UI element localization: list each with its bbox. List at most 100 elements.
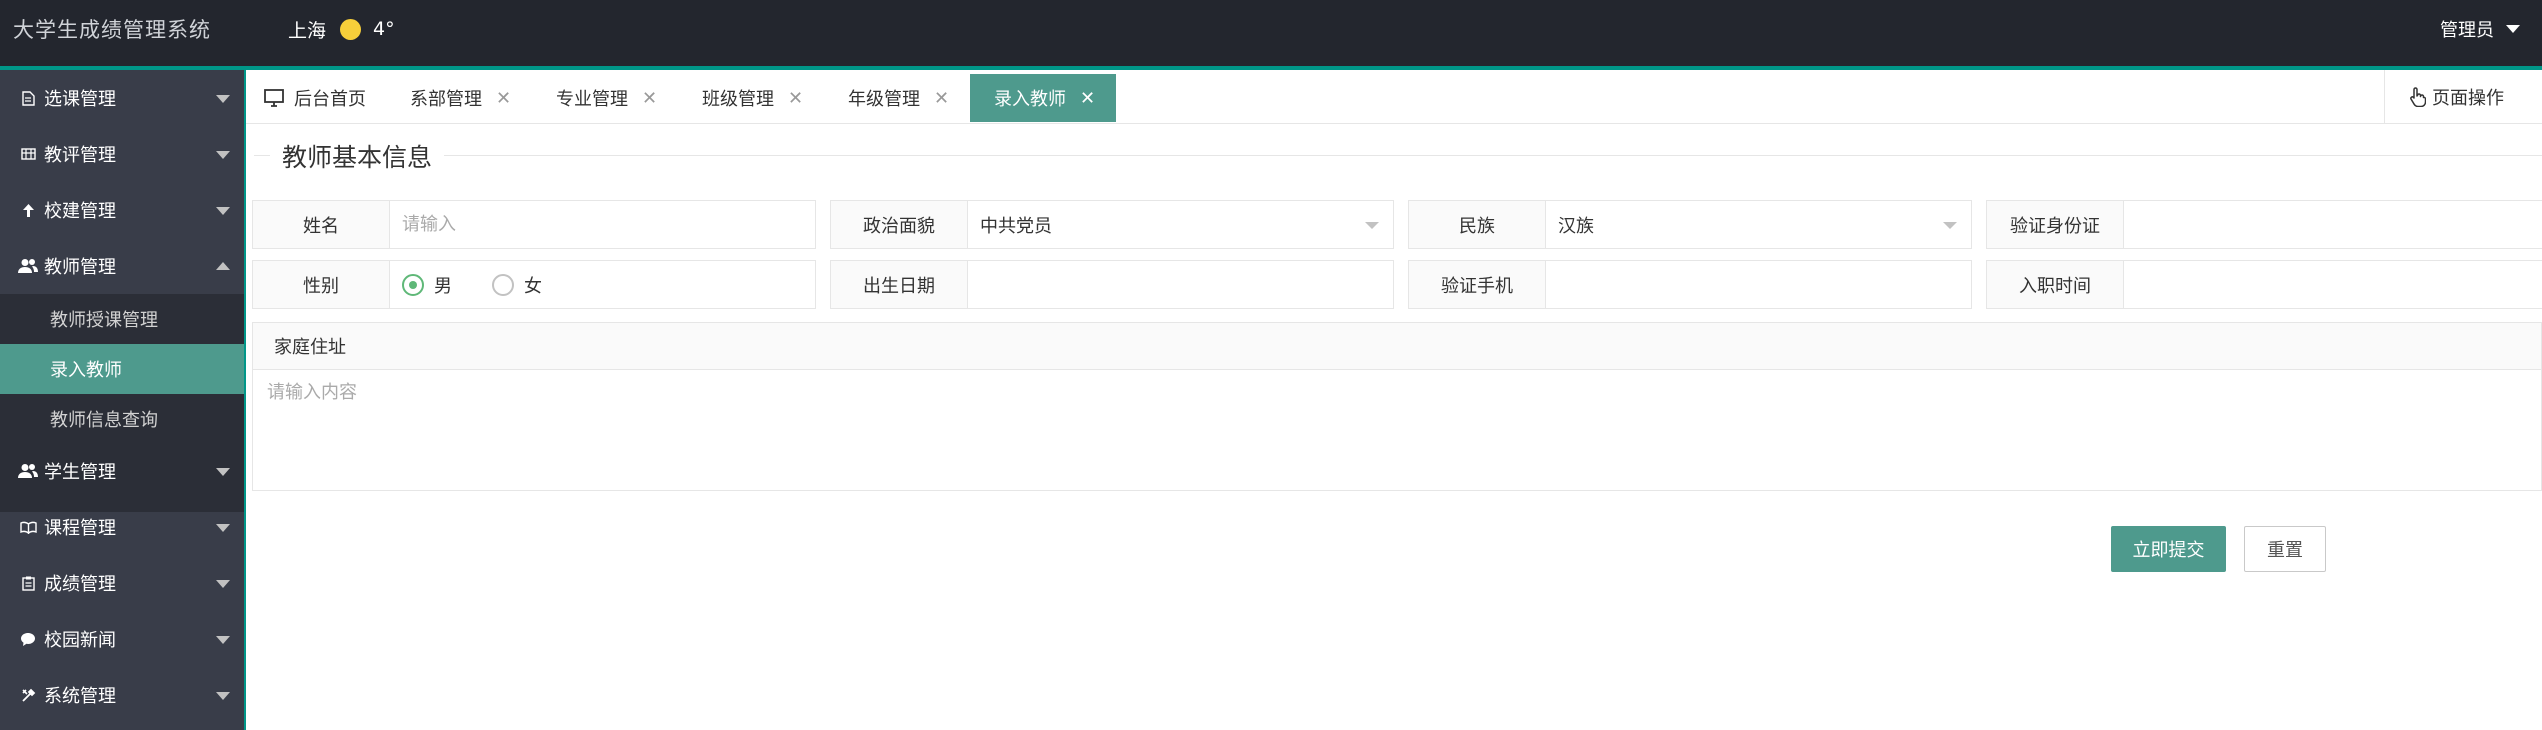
reset-button[interactable]: 重置 <box>2244 526 2326 572</box>
field-label: 政治面貌 <box>831 201 968 248</box>
app-title: 大学生成绩管理系统 <box>13 18 211 42</box>
field-label: 姓名 <box>253 201 390 248</box>
chevron-down-icon <box>2506 25 2520 33</box>
field-politics: 政治面貌 中共党员 <box>830 200 1394 249</box>
tab-label: 系部管理 <box>410 89 482 110</box>
chevron-down-icon <box>216 207 230 215</box>
gender-radio-male[interactable]: 男 <box>402 272 452 298</box>
sidebar-edge <box>244 70 246 730</box>
tab-label: 班级管理 <box>702 89 774 110</box>
submenu-item-teacher-query[interactable]: 教师信息查询 <box>0 394 244 444</box>
hand-pointer-icon <box>2409 87 2426 107</box>
sidebar-item-label: 学生管理 <box>44 462 116 483</box>
radio-checked-icon <box>402 273 424 296</box>
tab-major[interactable]: 专业管理 ✕ <box>556 74 676 122</box>
book-icon <box>18 517 38 537</box>
radio-label: 女 <box>524 275 542 297</box>
tab-label: 专业管理 <box>556 89 628 110</box>
sidebar-item-label: 课程管理 <box>44 518 116 539</box>
sun-icon <box>340 18 362 40</box>
sidebar-item-course-management[interactable]: 课程管理 <box>0 499 244 555</box>
field-label: 出生日期 <box>831 261 968 308</box>
tab-home[interactable]: 后台首页 <box>264 74 378 122</box>
sidebar-item-course-selection[interactable]: 选课管理 <box>0 70 244 126</box>
field-label: 性别 <box>253 261 390 308</box>
monitor-icon <box>264 89 284 107</box>
sidebar-item-campus-news[interactable]: 校园新闻 <box>0 611 244 667</box>
tab-class[interactable]: 班级管理 ✕ <box>702 74 822 122</box>
field-body <box>2124 201 2542 248</box>
gender-radio-female[interactable]: 女 <box>492 272 542 298</box>
tab-label: 录入教师 <box>994 89 1066 110</box>
sidebar-item-student-management[interactable]: 学生管理 <box>0 443 244 499</box>
tree-icon <box>18 200 38 220</box>
select-value: 汉族 <box>1558 215 1594 237</box>
birth-date-input[interactable] <box>980 274 1393 295</box>
field-ethnicity: 民族 汉族 <box>1408 200 1972 249</box>
select-value: 中共党员 <box>980 215 1052 237</box>
close-icon[interactable]: ✕ <box>496 88 511 109</box>
users-icon <box>18 256 38 276</box>
close-icon[interactable]: ✕ <box>788 88 803 109</box>
gender-radio-group: 男 女 <box>390 261 815 308</box>
chevron-down-icon <box>216 580 230 588</box>
field-label: 家庭住址 <box>253 323 2541 370</box>
sidebar-item-label: 教评管理 <box>44 145 116 166</box>
chat-icon <box>18 629 38 649</box>
tab-department[interactable]: 系部管理 ✕ <box>410 74 530 122</box>
user-menu[interactable]: 管理员 <box>2440 16 2520 42</box>
chevron-down-icon <box>216 636 230 644</box>
field-label: 验证身份证 <box>1987 201 2124 248</box>
sidebar-item-label: 选课管理 <box>44 89 116 110</box>
hire-date-input[interactable] <box>2136 274 2542 295</box>
chevron-down-icon <box>216 95 230 103</box>
sidebar-item-label: 校园新闻 <box>44 630 116 651</box>
close-icon[interactable]: ✕ <box>934 88 949 109</box>
chevron-up-icon <box>216 262 230 270</box>
sidebar-item-teacher-management[interactable]: 教师管理 <box>0 238 244 294</box>
field-address: 家庭住址 <box>252 322 2542 491</box>
tab-label: 年级管理 <box>848 89 920 110</box>
field-name: 姓名 <box>252 200 816 249</box>
top-header: 大学生成绩管理系统 上海 4° 管理员 <box>0 0 2542 66</box>
radio-unchecked-icon <box>492 273 514 296</box>
phone-input[interactable] <box>1558 274 1971 295</box>
chevron-down-icon <box>1365 222 1379 229</box>
sidebar-item-label: 成绩管理 <box>44 574 116 595</box>
sidebar-item-teaching-evaluation[interactable]: 教评管理 <box>0 126 244 182</box>
sidebar: 选课管理 教评管理 校建管理 教师管理 教师授课管理 录入教师 教师信息查询 学… <box>0 70 244 730</box>
submit-button[interactable]: 立即提交 <box>2111 526 2226 572</box>
tab-grade-level[interactable]: 年级管理 ✕ <box>848 74 968 122</box>
close-icon[interactable]: ✕ <box>642 88 657 109</box>
field-body <box>2124 261 2542 308</box>
chevron-down-icon <box>216 692 230 700</box>
id-card-input[interactable] <box>2136 214 2542 235</box>
chevron-down-icon <box>216 151 230 159</box>
name-input[interactable] <box>402 214 815 235</box>
sidebar-item-grade-management[interactable]: 成绩管理 <box>0 555 244 611</box>
weather-widget: 上海 4° <box>288 17 395 42</box>
sidebar-item-label: 教师管理 <box>44 257 116 278</box>
page-operations-button[interactable]: 页面操作 <box>2384 70 2542 124</box>
close-icon[interactable]: ✕ <box>1080 88 1095 109</box>
submenu-item-add-teacher[interactable]: 录入教师 <box>0 344 244 394</box>
submenu-item-teacher-course[interactable]: 教师授课管理 <box>0 294 244 344</box>
submenu-item-label: 教师授课管理 <box>50 310 158 331</box>
user-name: 管理员 <box>2440 20 2494 41</box>
sidebar-item-campus-building[interactable]: 校建管理 <box>0 182 244 238</box>
field-body <box>390 201 815 248</box>
chevron-down-icon <box>1943 222 1957 229</box>
politics-select[interactable]: 中共党员 <box>968 201 1393 248</box>
fieldset-line <box>254 155 2542 156</box>
address-textarea[interactable] <box>253 370 2541 490</box>
field-birth-date: 出生日期 <box>830 260 1394 309</box>
page-operations-label: 页面操作 <box>2432 88 2504 109</box>
field-label: 民族 <box>1409 201 1546 248</box>
field-body <box>968 261 1393 308</box>
sidebar-item-label: 系统管理 <box>44 686 116 707</box>
field-phone: 验证手机 <box>1408 260 1972 309</box>
tab-add-teacher[interactable]: 录入教师 ✕ <box>970 74 1116 122</box>
ethnicity-select[interactable]: 汉族 <box>1546 201 1971 248</box>
sidebar-item-system-management[interactable]: 系统管理 <box>0 667 244 723</box>
chevron-down-icon <box>216 468 230 476</box>
